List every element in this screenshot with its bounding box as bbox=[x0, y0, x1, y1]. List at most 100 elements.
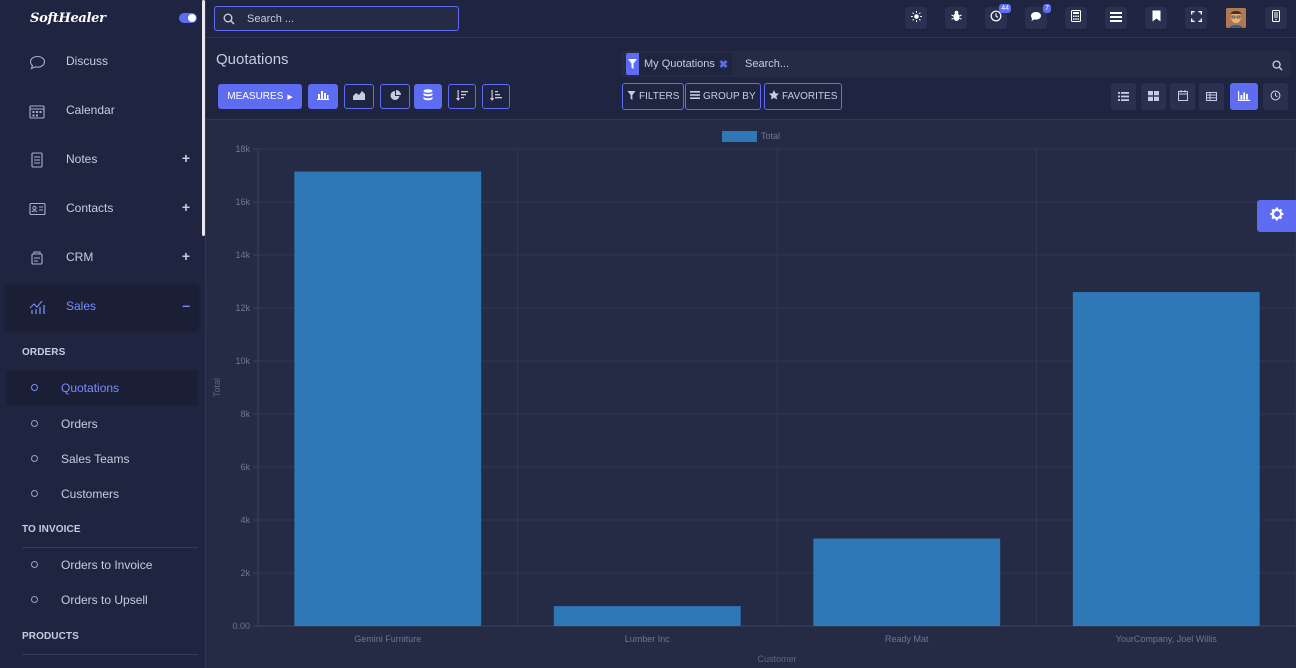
activity-view-button[interactable] bbox=[1263, 83, 1288, 110]
section-to-invoice: TO INVOICE bbox=[22, 524, 81, 535]
menu-item-orders-to-upsell[interactable]: Orders to Upsell bbox=[6, 582, 198, 618]
expand-plus-icon[interactable]: + bbox=[182, 150, 190, 166]
sidebar-app-label: CRM bbox=[66, 250, 94, 264]
favorites-label: FAVORITES bbox=[782, 91, 838, 102]
expand-plus-icon[interactable]: + bbox=[182, 248, 190, 264]
page-title: Quotations bbox=[216, 51, 289, 68]
activity-count-badge: 44 bbox=[999, 4, 1011, 13]
circle-bullet-icon bbox=[31, 384, 38, 391]
x-axis-title: Customer bbox=[757, 654, 796, 664]
facet-label: My Quotations bbox=[644, 58, 715, 70]
sidebar-app-contacts[interactable]: Contacts + bbox=[6, 187, 198, 231]
sidebar-app-label: Sales bbox=[66, 299, 97, 313]
sidebar-app-crm[interactable]: CRM + bbox=[6, 236, 198, 280]
messages-button[interactable]: 7 bbox=[1025, 4, 1051, 29]
bookmark-button[interactable] bbox=[1145, 7, 1167, 29]
measures-button[interactable]: MEASURES ▶ bbox=[218, 84, 302, 109]
debug-button[interactable] bbox=[945, 7, 967, 29]
bar-chart-icon bbox=[317, 90, 329, 103]
pie-chart-mode-button[interactable] bbox=[380, 84, 410, 109]
global-search[interactable] bbox=[214, 6, 459, 31]
notes-icon bbox=[28, 152, 46, 168]
sidebar-app-calendar[interactable]: Calendar bbox=[6, 89, 198, 133]
x-tick-label: Ready Mat bbox=[885, 634, 929, 644]
y-tick-label: 18k bbox=[235, 144, 250, 154]
legend-swatch bbox=[722, 131, 757, 142]
x-tick-label: YourCompany, Joel Willis bbox=[1116, 634, 1218, 644]
menu-button[interactable] bbox=[1105, 7, 1127, 29]
theme-toggle-button[interactable] bbox=[905, 7, 927, 29]
menu-item-customers[interactable]: Customers bbox=[6, 476, 198, 512]
sidebar-app-discuss[interactable]: Discuss bbox=[6, 40, 198, 84]
menu-item-label: Sales Teams bbox=[61, 452, 130, 466]
section-divider bbox=[22, 654, 198, 655]
collapse-minus-icon[interactable]: – bbox=[182, 297, 190, 313]
menu-item-label: Quotations bbox=[61, 381, 120, 395]
circle-bullet-icon bbox=[31, 561, 38, 568]
fullscreen-button[interactable] bbox=[1185, 7, 1207, 29]
grid-icon bbox=[1148, 88, 1159, 106]
bug-icon bbox=[950, 9, 962, 27]
remove-facet-icon[interactable]: ✖ bbox=[719, 58, 732, 71]
stacked-toggle-button[interactable] bbox=[414, 84, 442, 109]
bar-chart-mode-button[interactable] bbox=[308, 84, 338, 109]
sort-descending-button[interactable] bbox=[448, 84, 476, 109]
y-tick-label: 16k bbox=[235, 197, 250, 207]
expand-icon bbox=[1190, 9, 1202, 27]
x-tick-label: Lumber Inc bbox=[625, 634, 671, 644]
group-by-button[interactable]: GROUP BY bbox=[685, 83, 761, 110]
measures-label: MEASURES bbox=[227, 91, 284, 102]
graph-view: 0.00 2k 4k 6k 8k 10k 12k 14k 16k 18k Gemini Furnit… bbox=[206, 121, 1296, 668]
calendar-view-button[interactable] bbox=[1170, 83, 1195, 110]
pie-chart-icon bbox=[390, 89, 401, 104]
bar-chart-icon bbox=[1238, 88, 1250, 106]
calculator-button[interactable] bbox=[1065, 7, 1087, 29]
sidebar-scrollbar[interactable] bbox=[202, 0, 205, 236]
theme-settings-button[interactable] bbox=[1257, 200, 1296, 232]
brand-logo[interactable]: SoftHealer bbox=[30, 11, 106, 26]
search-input[interactable] bbox=[745, 57, 1245, 71]
mobile-button[interactable] bbox=[1265, 7, 1287, 29]
kanban-view-button[interactable] bbox=[1141, 83, 1166, 110]
sort-ascending-button[interactable] bbox=[482, 84, 510, 109]
y-tick-label: 4k bbox=[240, 515, 250, 525]
sidebar-toggle[interactable] bbox=[179, 13, 197, 23]
filters-button[interactable]: FILTERS bbox=[622, 83, 685, 110]
menu-item-orders[interactable]: Orders bbox=[6, 406, 198, 442]
bar bbox=[813, 538, 1001, 626]
y-tick-label: 12k bbox=[235, 303, 250, 313]
search-icon[interactable] bbox=[1272, 58, 1284, 71]
comments-icon bbox=[1030, 9, 1042, 27]
crm-icon bbox=[28, 250, 46, 266]
section-orders: ORDERS bbox=[22, 347, 66, 358]
sidebar-app-label: Notes bbox=[66, 152, 98, 166]
user-avatar[interactable] bbox=[1226, 8, 1246, 28]
line-chart-mode-button[interactable] bbox=[344, 84, 374, 109]
calculator-icon bbox=[1071, 9, 1081, 27]
sidebar: SoftHealer Discuss Calendar Notes + Cont… bbox=[0, 0, 206, 668]
menu-item-label: Orders bbox=[61, 417, 98, 431]
bar bbox=[294, 171, 482, 626]
bar bbox=[1072, 292, 1260, 626]
search-facet-my-quotations[interactable]: My Quotations ✖ bbox=[626, 53, 733, 75]
menu-item-label: Orders to Upsell bbox=[61, 593, 148, 607]
favorites-button[interactable]: FAVORITES bbox=[764, 83, 843, 110]
database-icon bbox=[423, 89, 433, 104]
area-chart-icon bbox=[353, 90, 365, 103]
global-search-input[interactable] bbox=[247, 11, 447, 26]
sidebar-app-notes[interactable]: Notes + bbox=[6, 138, 198, 182]
legend-label: Total bbox=[761, 131, 780, 141]
sort-amount-down-icon bbox=[456, 89, 468, 104]
list-view-button[interactable] bbox=[1111, 83, 1136, 110]
filter-icon bbox=[626, 53, 639, 75]
graph-view-button[interactable] bbox=[1230, 83, 1258, 110]
expand-plus-icon[interactable]: + bbox=[182, 199, 190, 215]
pivot-view-button[interactable] bbox=[1199, 83, 1224, 110]
menu-item-orders-to-invoice[interactable]: Orders to Invoice bbox=[6, 547, 198, 583]
menu-item-quotations[interactable]: Quotations bbox=[6, 370, 198, 406]
activity-button[interactable]: 44 bbox=[985, 4, 1011, 29]
chat-bubble-icon bbox=[28, 54, 46, 70]
menu-item-label: Orders to Invoice bbox=[61, 558, 153, 572]
menu-item-sales-teams[interactable]: Sales Teams bbox=[6, 441, 198, 477]
sidebar-app-sales[interactable]: Sales – bbox=[6, 285, 198, 329]
